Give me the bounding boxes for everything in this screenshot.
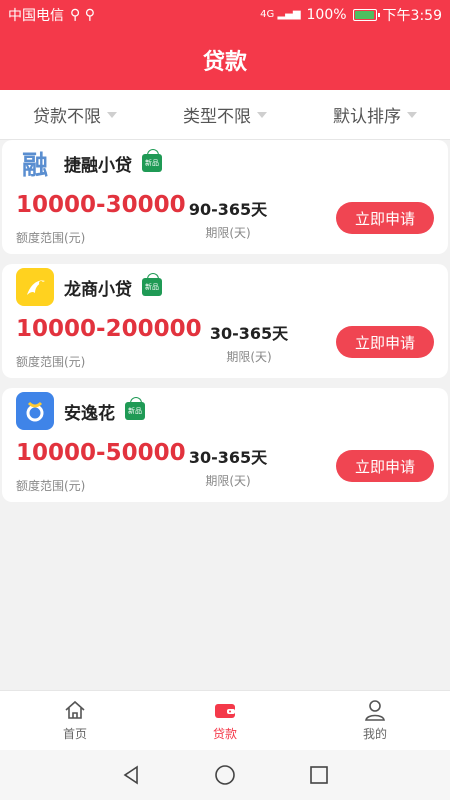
product-name: 捷融小贷: [64, 155, 132, 176]
home-circle-icon[interactable]: [213, 763, 237, 787]
tab-mine[interactable]: 我的: [335, 699, 415, 742]
filter-type[interactable]: 类型不限: [183, 102, 267, 127]
app-header: 中国电信 ⚲ ⚲ 4G ▂▄▆ 100% 下午3:59 贷款: [0, 0, 450, 90]
carrier-text: 中国电信: [8, 8, 64, 24]
filter-sort[interactable]: 默认排序: [333, 102, 417, 127]
filter-bar: 贷款不限 类型不限 默认排序: [0, 90, 450, 140]
recent-apps-icon[interactable]: [307, 763, 331, 787]
user-icon: [363, 699, 387, 721]
product-name: 安逸花: [64, 403, 115, 424]
new-tag: 新品: [142, 273, 162, 296]
term-label: 期限(天): [205, 474, 251, 488]
usb-icon: ⚲ ⚲: [70, 7, 95, 23]
term-value: 90-365天: [188, 200, 268, 219]
apply-button[interactable]: 立即申请: [336, 202, 434, 234]
jierong-logo: 融: [16, 144, 54, 182]
new-tag: 新品: [125, 397, 145, 420]
product-name: 龙商小贷: [64, 279, 132, 300]
apply-button[interactable]: 立即申请: [336, 326, 434, 358]
tab-home[interactable]: 首页: [35, 699, 115, 742]
amount-range: 10000-30000: [16, 192, 186, 218]
term-label: 期限(天): [205, 226, 251, 240]
loan-card[interactable]: 安逸花 新品 10000-50000 额度范围(元) 30-365天 期限(天)…: [2, 388, 448, 502]
wallet-icon: [213, 699, 237, 721]
anyihua-logo: [16, 392, 54, 430]
chevron-down-icon: [257, 111, 267, 118]
chevron-down-icon: [107, 111, 117, 118]
amount-range: 10000-50000: [16, 440, 186, 466]
amount-range: 10000-200000: [16, 316, 202, 342]
term-label: 期限(天): [226, 350, 272, 364]
tab-label: 我的: [362, 727, 387, 741]
apply-button[interactable]: 立即申请: [336, 450, 434, 482]
battery-icon: [352, 9, 380, 21]
amount-label: 额度范围(元): [16, 355, 86, 369]
home-icon: [63, 699, 87, 721]
bottom-tab-bar: 首页 贷款 我的: [0, 690, 450, 750]
loan-card[interactable]: 龙商小贷 新品 10000-200000 额度范围(元) 30-365天 期限(…: [2, 264, 448, 378]
filter-label: 类型不限: [183, 107, 251, 127]
signal-icon: 4G ▂▄▆: [260, 9, 301, 20]
amount-label: 额度范围(元): [16, 479, 86, 493]
clock: 下午3:59: [382, 8, 442, 24]
tab-label: 贷款: [212, 727, 237, 741]
tab-loan[interactable]: 贷款: [185, 699, 265, 742]
dragon-logo: [16, 268, 54, 306]
battery-percent: 100%: [306, 7, 347, 23]
page-title: 贷款: [202, 50, 247, 75]
back-icon[interactable]: [119, 763, 143, 787]
filter-amount[interactable]: 贷款不限: [33, 102, 117, 127]
filter-label: 贷款不限: [33, 107, 101, 127]
loan-list: 融 捷融小贷 新品 10000-30000 额度范围(元) 90-365天 期限…: [0, 140, 450, 512]
term-value: 30-365天: [188, 448, 268, 467]
chevron-down-icon: [407, 111, 417, 118]
status-bar: 中国电信 ⚲ ⚲ 4G ▂▄▆ 100% 下午3:59: [0, 0, 450, 30]
filter-label: 默认排序: [333, 107, 401, 127]
new-tag: 新品: [142, 149, 162, 172]
tab-label: 首页: [62, 727, 87, 741]
system-nav-bar: [0, 750, 450, 800]
amount-label: 额度范围(元): [16, 231, 86, 245]
term-value: 30-365天: [209, 324, 289, 343]
loan-card[interactable]: 融 捷融小贷 新品 10000-30000 额度范围(元) 90-365天 期限…: [2, 140, 448, 254]
